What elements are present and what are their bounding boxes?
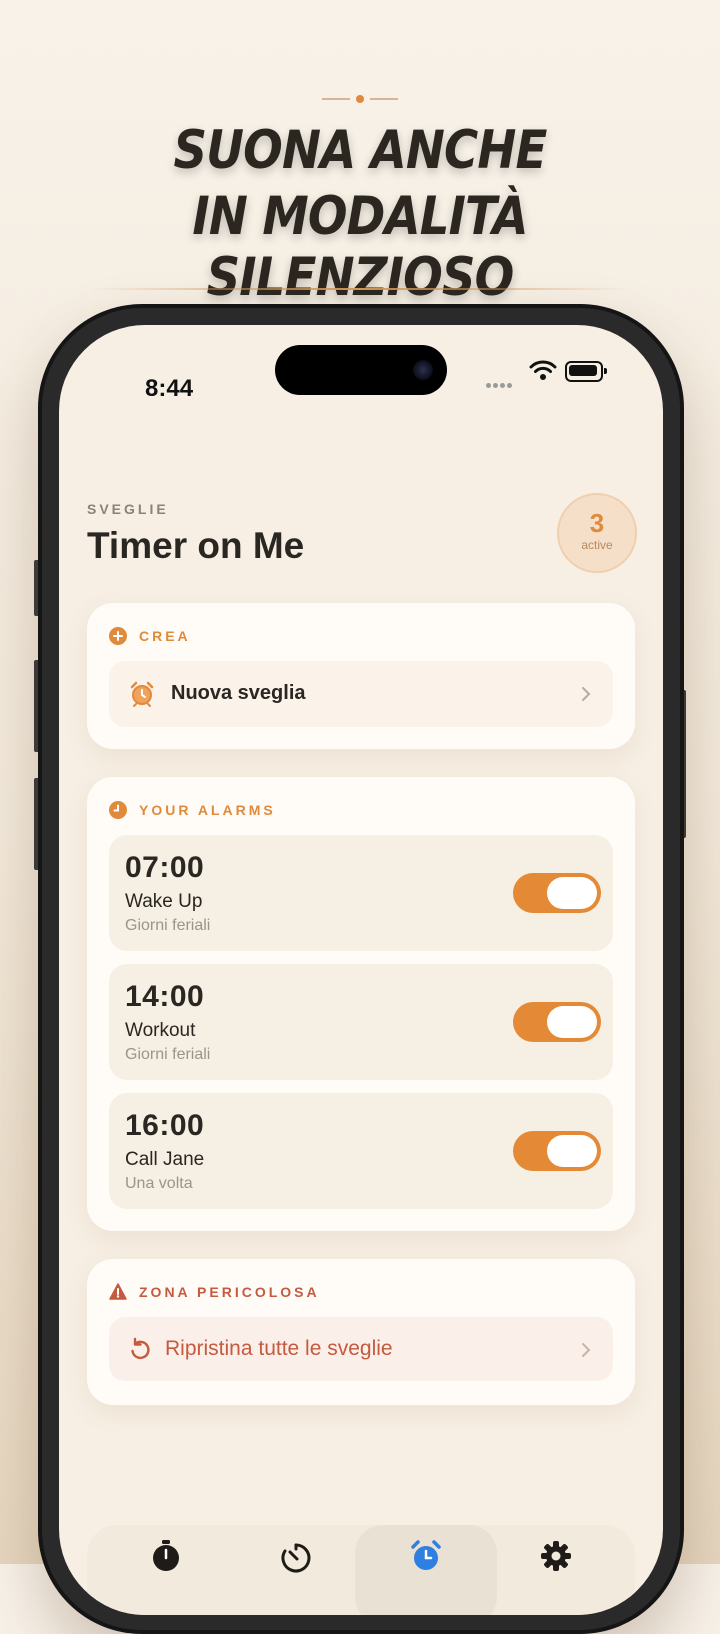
alarm-name: Call Jane	[125, 1149, 205, 1170]
plus-circle-icon	[109, 627, 127, 645]
reset-alarms-button[interactable]: Ripristina tutte le sveglie	[109, 1317, 613, 1381]
signal-icon	[486, 375, 514, 393]
chevron-right-icon	[582, 1343, 591, 1357]
tab-timer[interactable]	[231, 1525, 361, 1615]
headline-line-1: SUONA ANCHE	[173, 120, 547, 181]
camera-icon	[413, 360, 433, 380]
dynamic-island	[275, 345, 447, 395]
new-alarm-label: Nuova sveglia	[171, 682, 306, 704]
wifi-icon	[529, 360, 557, 380]
toggle-knob	[547, 1006, 597, 1038]
phone-frame: 8:44 SVEGLIE Timer on Me 3 active CREA N…	[38, 304, 684, 1634]
active-count-badge: 3 active	[557, 493, 637, 573]
alarms-card: YOUR ALARMS 07:00 Wake Up Giorni feriali…	[87, 777, 635, 1231]
alarm-row[interactable]: 07:00 Wake Up Giorni feriali	[109, 835, 613, 951]
section-kicker: SVEGLIE	[87, 501, 169, 517]
alarm-time: 07:00	[125, 851, 205, 884]
danger-header-label: ZONA PERICOLOSA	[139, 1284, 320, 1300]
headline-rule	[90, 288, 630, 290]
alarm-repeat: Giorni feriali	[125, 1046, 211, 1063]
alarm-repeat: Una volta	[125, 1175, 193, 1192]
alarm-name: Wake Up	[125, 891, 203, 912]
reset-alarms-label: Ripristina tutte le sveglie	[165, 1337, 393, 1360]
page-title: Timer on Me	[87, 525, 305, 566]
new-alarm-button[interactable]: Nuova sveglia	[109, 661, 613, 727]
chevron-right-icon	[582, 687, 591, 701]
tab-settings[interactable]	[491, 1525, 621, 1615]
alarm-time: 14:00	[125, 980, 205, 1013]
alarm-row[interactable]: 16:00 Call Jane Una volta	[109, 1093, 613, 1209]
tab-stopwatch[interactable]	[101, 1525, 231, 1615]
create-card: CREA Nuova sveglia	[87, 603, 635, 749]
warning-icon	[109, 1283, 127, 1300]
clock-icon	[109, 801, 127, 819]
active-label: active	[581, 538, 613, 552]
alarm-clock-icon	[411, 1540, 441, 1570]
battery-icon	[565, 361, 607, 382]
alarms-header-label: YOUR ALARMS	[139, 802, 276, 818]
active-count: 3	[589, 508, 605, 538]
status-time: 8:44	[145, 375, 194, 402]
reset-icon	[131, 1337, 150, 1360]
alarm-toggle[interactable]	[513, 1002, 601, 1042]
toggle-knob	[547, 1135, 597, 1167]
timer-icon	[281, 1543, 311, 1573]
alarm-toggle[interactable]	[513, 1131, 601, 1171]
alarm-name: Workout	[125, 1020, 196, 1041]
alarm-clock-icon	[130, 681, 154, 707]
toggle-knob	[547, 877, 597, 909]
tab-alarms[interactable]	[355, 1525, 497, 1615]
alarm-toggle[interactable]	[513, 873, 601, 913]
phone-screen: 8:44 SVEGLIE Timer on Me 3 active CREA N…	[59, 325, 663, 1615]
tab-bar	[87, 1525, 635, 1615]
create-header-label: CREA	[139, 628, 191, 644]
stopwatch-icon	[153, 1540, 179, 1571]
danger-zone-card: ZONA PERICOLOSA Ripristina tutte le sveg…	[87, 1259, 635, 1405]
alarm-repeat: Giorni feriali	[125, 917, 211, 934]
gear-icon	[541, 1541, 571, 1571]
ornament-divider	[322, 95, 398, 103]
alarm-row[interactable]: 14:00 Workout Giorni feriali	[109, 964, 613, 1080]
alarm-time: 16:00	[125, 1109, 205, 1142]
